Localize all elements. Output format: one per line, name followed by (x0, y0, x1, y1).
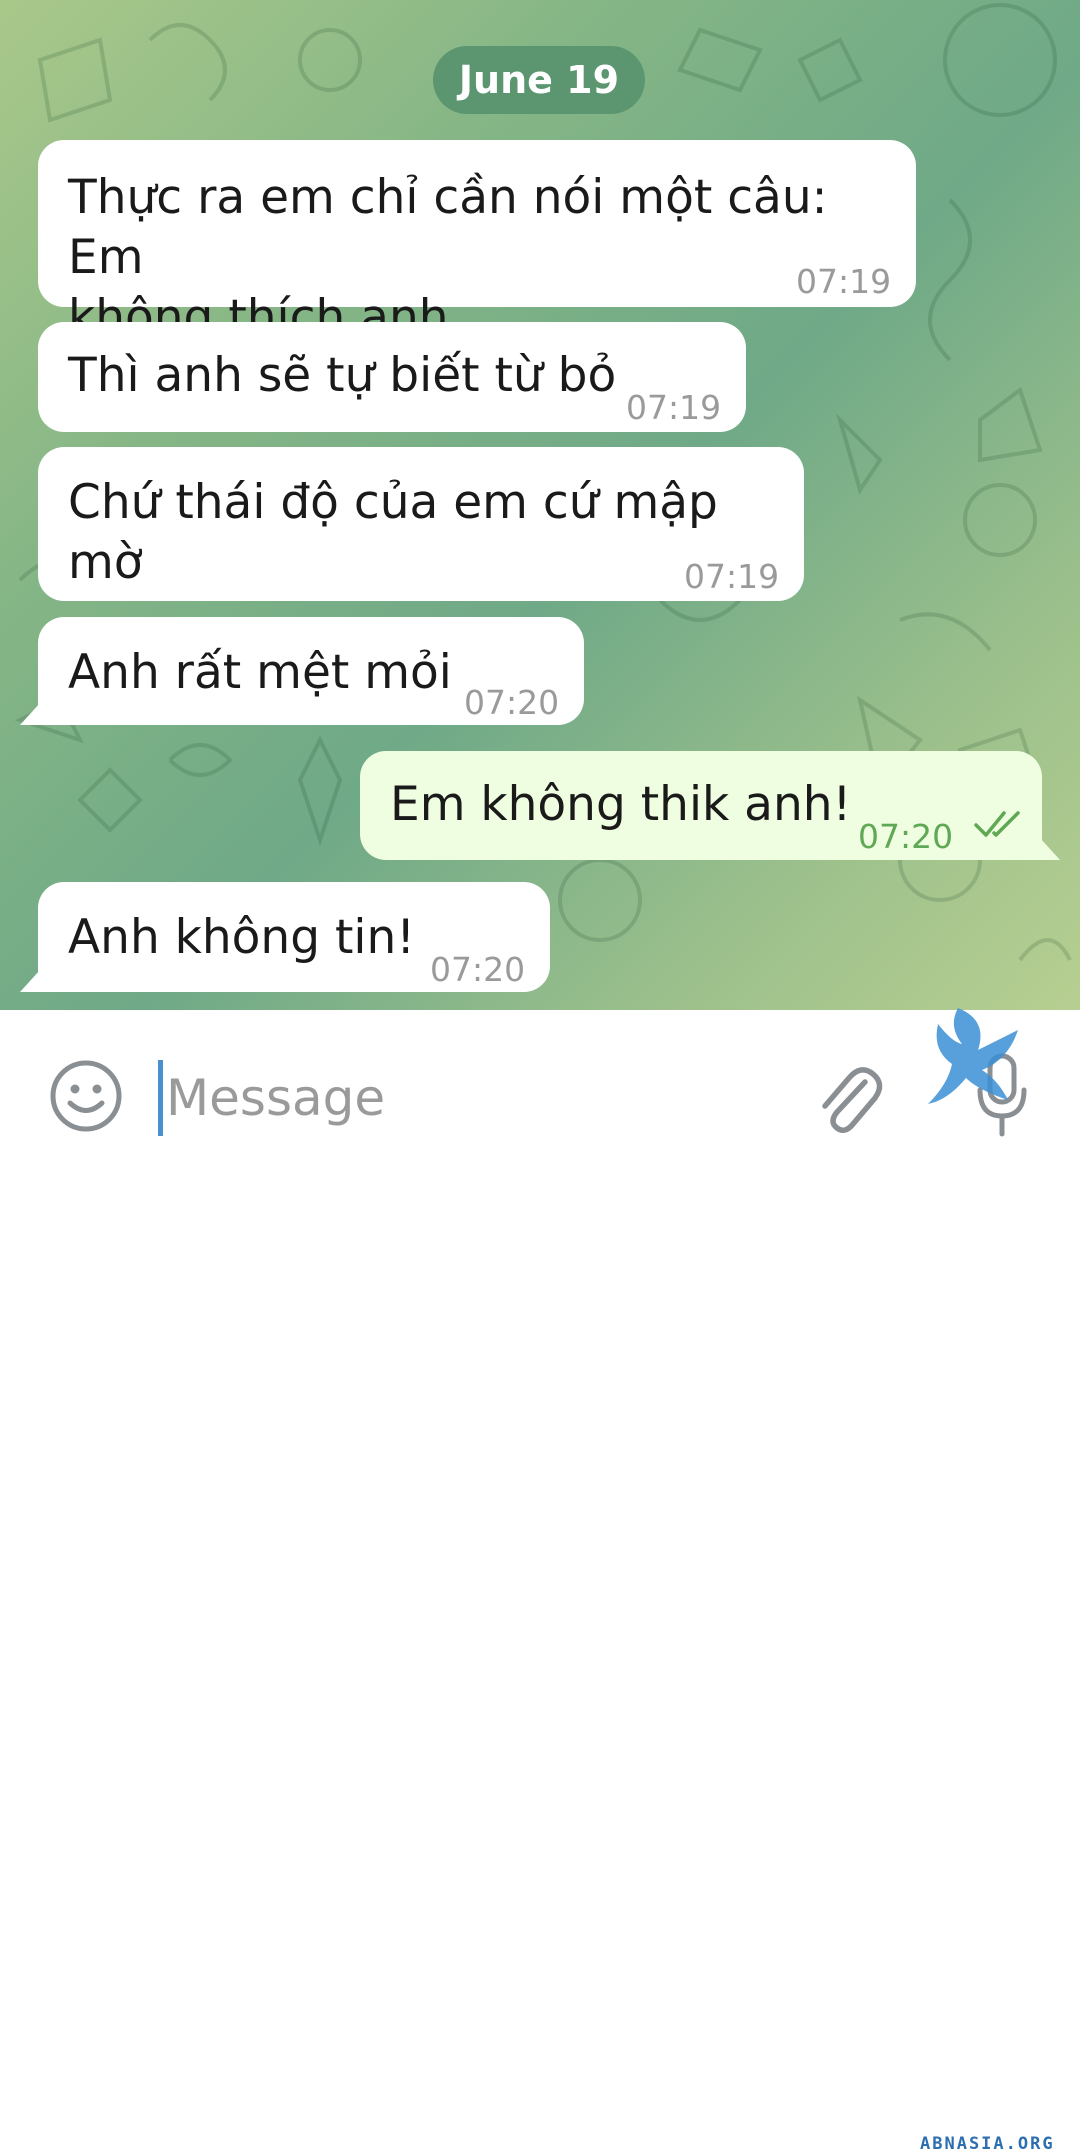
message-time: 07:20 (430, 950, 526, 989)
message-time: 07:20 (464, 683, 560, 722)
emoji-icon[interactable] (48, 1058, 124, 1134)
date-header-label: June 19 (458, 58, 620, 102)
message-bubble[interactable]: Thực ra em chỉ cần nói một câu: Em không… (38, 140, 916, 345)
message-time: 07:19 (684, 557, 780, 596)
message-text: Em không thik anh! (390, 777, 852, 832)
message-bubble[interactable]: Chứ thái độ của em cứ mập mờ 07:19 (38, 447, 804, 601)
message-time: 07:19 (796, 262, 892, 301)
attach-icon[interactable] (815, 1060, 885, 1140)
watermark-text: ABNASIA.ORG (920, 2134, 1055, 2154)
message-time: 07:19 (626, 388, 722, 427)
message-text: Anh rất mệt mỏi (68, 645, 452, 700)
watermark-logo (928, 1008, 1018, 1104)
message-composer: Message ABNASIA.ORG (0, 1008, 1080, 2154)
chat-area: June 19 Thực ra em chỉ cần nói một câu: … (0, 0, 1080, 1010)
message-time: 07:20 (858, 817, 954, 856)
message-bubble-outgoing[interactable]: Em không thik anh! 07:20 (360, 751, 1042, 860)
message-bubble[interactable]: Anh không tin! 07:20 (38, 882, 550, 992)
message-text-line: Thực ra em chỉ cần nói một câu: Em (68, 170, 828, 285)
message-text: Thì anh sẽ tự biết từ bỏ (68, 348, 617, 403)
message-bubble[interactable]: Thì anh sẽ tự biết từ bỏ 07:19 (38, 322, 746, 432)
message-bubble[interactable]: Anh rất mệt mỏi 07:20 (38, 617, 584, 725)
message-text: Thực ra em chỉ cần nói một câu: Em không… (68, 168, 916, 348)
message-input-placeholder: Message (166, 1069, 386, 1127)
date-header: June 19 (433, 46, 645, 114)
double-check-icon (974, 811, 1020, 837)
message-text: Anh không tin! (68, 910, 416, 965)
message-input[interactable]: Message (158, 1058, 778, 1138)
